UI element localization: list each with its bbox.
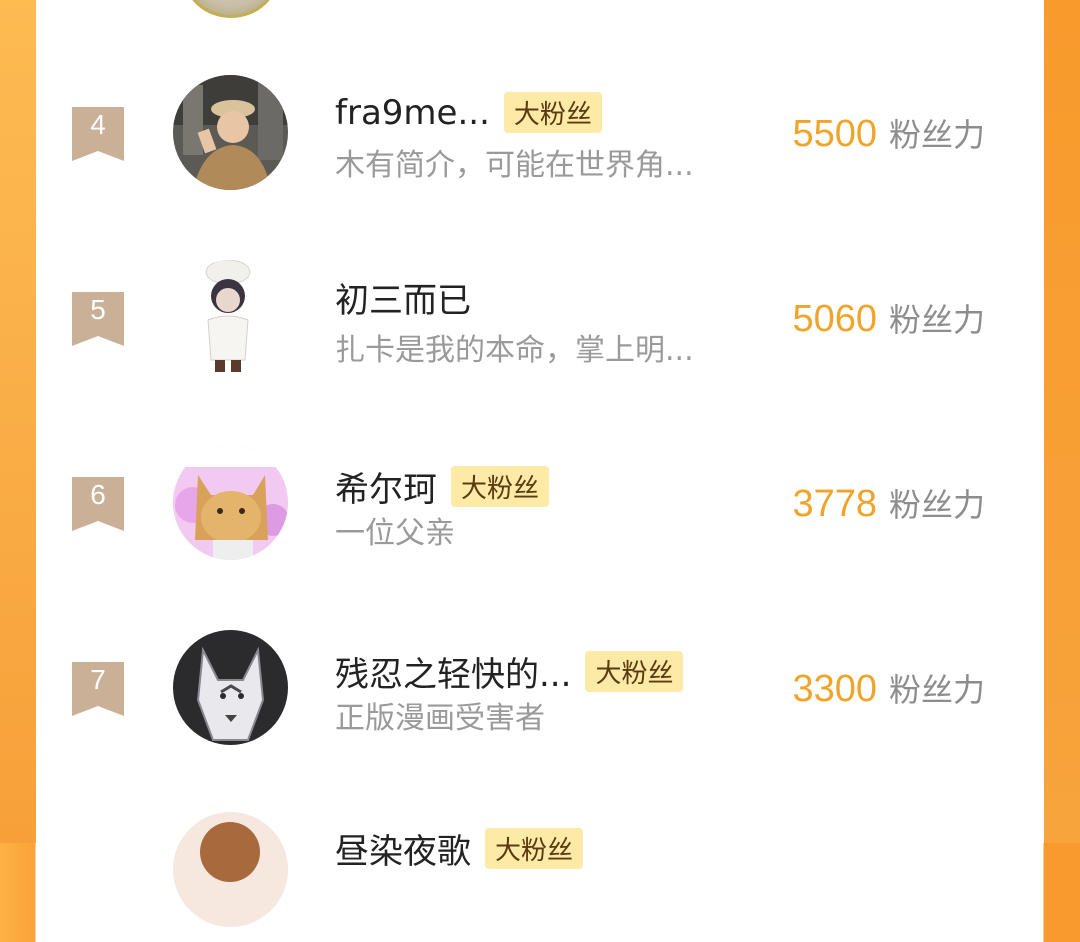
anime-girl-avatar[interactable] bbox=[173, 812, 288, 927]
fan-level-badge: 大粉丝 bbox=[585, 651, 684, 692]
user-bio: 扎卡是我的本命，掌上明... bbox=[335, 333, 694, 368]
user-bio: 木有简介，可能在世界角... bbox=[335, 148, 694, 183]
score-unit: 粉丝力 bbox=[888, 671, 985, 709]
rank-number: 4 bbox=[90, 109, 106, 140]
rank-number: 6 bbox=[90, 479, 106, 510]
user-name-line: 希尔珂 大粉丝 bbox=[335, 462, 550, 511]
chef-figure-avatar[interactable] bbox=[173, 260, 288, 375]
user-name-line: 残忍之轻快的... 大粉丝 bbox=[335, 647, 684, 696]
wolf-drawing-avatar[interactable] bbox=[173, 630, 288, 745]
child-photo-avatar[interactable] bbox=[173, 75, 288, 190]
user-name[interactable]: 残忍之轻快的... bbox=[335, 647, 571, 696]
user-bio: 一位父亲 bbox=[335, 516, 455, 551]
rank-ribbon-icon: 7 bbox=[72, 662, 124, 716]
rank-ribbon-icon: 4 bbox=[72, 107, 124, 161]
score-unit: 粉丝力 bbox=[888, 301, 985, 339]
rank-ribbon-icon: 6 bbox=[72, 477, 124, 531]
score-unit: 粉丝力 bbox=[888, 116, 985, 154]
rank-number: 5 bbox=[90, 294, 106, 325]
score-value: 5060 bbox=[792, 298, 877, 340]
rank-ribbon-icon: 5 bbox=[72, 292, 124, 346]
fan-level-badge: 大粉丝 bbox=[503, 92, 602, 133]
user-name-line: 昼染夜歌 大粉丝 bbox=[335, 824, 584, 873]
ranking-row-8-partial[interactable]: 昼染夜歌 大粉丝 bbox=[0, 812, 1080, 942]
ranking-row-7[interactable]: 7 残忍之轻快的... 大粉丝 正版漫画受害者 3300 粉丝力 bbox=[0, 627, 1080, 757]
ranking-row-6[interactable]: 6 希尔珂 大粉丝 一位父亲 3778 粉丝力 bbox=[0, 442, 1080, 572]
fan-power-score: 5060 粉丝力 bbox=[792, 295, 985, 341]
ranking-row-5[interactable]: 5 初三而已 扎卡是我的本命，掌上明... 5060 粉丝力 bbox=[0, 257, 1080, 387]
cat-meme-avatar[interactable] bbox=[173, 445, 288, 560]
user-bio: 正版漫画受害者 bbox=[335, 701, 545, 736]
fan-level-badge: 大粉丝 bbox=[451, 466, 550, 507]
score-value: 5500 bbox=[792, 113, 877, 155]
rank-number: 7 bbox=[90, 664, 106, 695]
fan-power-score: 3300 粉丝力 bbox=[792, 665, 985, 711]
ranking-row-4[interactable]: 4 fra9me... 大粉丝 木有简介，可能在世界角... 5500 粉丝力 bbox=[0, 72, 1080, 202]
user-name[interactable]: 昼染夜歌 bbox=[335, 824, 471, 873]
score-unit: 粉丝力 bbox=[888, 486, 985, 524]
user-name-line: 初三而已 bbox=[335, 273, 471, 322]
user-name[interactable]: 希尔珂 bbox=[335, 462, 437, 511]
fan-level-badge: 大粉丝 bbox=[485, 828, 584, 869]
user-name[interactable]: 初三而已 bbox=[335, 273, 471, 322]
user-name[interactable]: fra9me... bbox=[335, 93, 490, 133]
score-value: 3300 bbox=[792, 668, 877, 710]
score-value: 3778 bbox=[792, 483, 877, 525]
user-name-line: fra9me... 大粉丝 bbox=[335, 92, 602, 133]
fan-power-score: 3778 粉丝力 bbox=[792, 480, 985, 526]
fan-power-score: 5500 粉丝力 bbox=[792, 110, 985, 156]
